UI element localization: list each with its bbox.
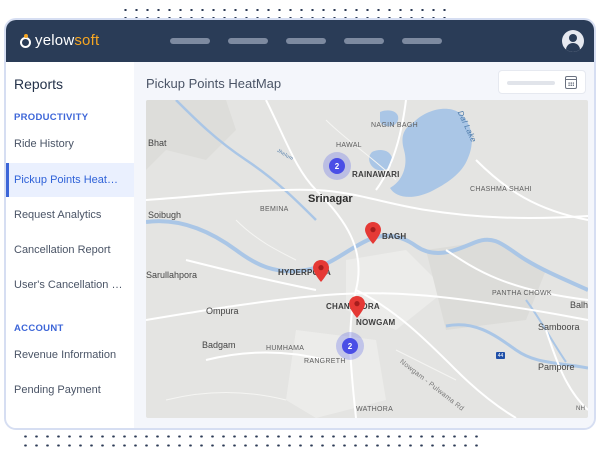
nav-item-2[interactable] xyxy=(228,38,268,44)
map-label-rangreth: RANGRETH xyxy=(304,358,346,365)
brand-name: yelowsoft xyxy=(35,32,100,49)
map-label-rainawari: RAINAWARI xyxy=(352,170,400,179)
date-range-picker[interactable] xyxy=(498,70,586,94)
sidebar-item-users-cancellation-report[interactable]: User's Cancellation Report xyxy=(6,268,134,302)
map-label-bemina: BEMINA xyxy=(260,206,289,213)
sidebar-item-revenue-information[interactable]: Revenue Information xyxy=(6,338,134,372)
cluster-count: 2 xyxy=(342,338,358,354)
map-label-pantha-chowk: PANTHA CHOWK xyxy=(492,290,552,297)
user-avatar-icon[interactable] xyxy=(562,30,584,52)
nav-item-5[interactable] xyxy=(402,38,442,44)
highway-shield-icon: 44 xyxy=(496,352,505,359)
cluster-marker-1[interactable]: 2 xyxy=(323,152,351,180)
app-window: yelowsoft Reports PRODUCTIVITY Ride Hist… xyxy=(4,18,596,430)
map-label-samboora: Samboora xyxy=(538,322,580,332)
calendar-icon[interactable] xyxy=(565,76,577,89)
map-label-wathora: WATHORA xyxy=(356,406,394,413)
date-placeholder xyxy=(507,81,555,85)
page-title: Pickup Points HeatMap xyxy=(146,76,282,91)
map-label-bhat: Bhat xyxy=(148,138,167,148)
map-label-hawal: HAWAL xyxy=(336,142,362,149)
map-label-humhama: HUMHAMA xyxy=(266,345,305,352)
brand-logo[interactable]: yelowsoft xyxy=(20,32,99,49)
sidebar-item-pending-payment[interactable]: Pending Payment xyxy=(6,373,134,407)
sidebar: Reports PRODUCTIVITY Ride History Pickup… xyxy=(6,62,134,428)
nav-placeholder-group xyxy=(170,38,442,44)
heatmap-map[interactable]: Bhat HAWAL NAGIN BAGH Dal Lake RAINAWARI… xyxy=(146,100,588,418)
sidebar-title: Reports xyxy=(14,76,64,92)
cluster-marker-2[interactable]: 2 xyxy=(336,332,364,360)
nav-item-4[interactable] xyxy=(344,38,384,44)
map-label-nh: NH xyxy=(576,406,586,412)
map-label-nowgam: NOWGAM xyxy=(356,318,396,327)
sidebar-item-ride-history[interactable]: Ride History xyxy=(6,127,134,161)
map-label-srinagar: Srinagar xyxy=(308,193,353,205)
map-label-balh: Balh xyxy=(570,300,588,310)
map-label-chashma-shahi: CHASHMA SHAHI xyxy=(470,186,532,193)
section-label-productivity: PRODUCTIVITY xyxy=(14,112,89,123)
map-pin-icon[interactable] xyxy=(365,222,381,244)
map-label-ompura: Ompura xyxy=(206,306,239,316)
map-pin-icon[interactable] xyxy=(349,296,365,318)
sidebar-item-pickup-points-heatmap[interactable]: Pickup Points HeatMap xyxy=(6,163,134,197)
main-content: Pickup Points HeatMap Bhat HAWAL NAGIN B… xyxy=(134,62,594,428)
logo-icon xyxy=(20,33,31,48)
map-base-layer xyxy=(146,100,588,418)
map-label-badgam: Badgam xyxy=(202,340,236,350)
top-navbar: yelowsoft xyxy=(6,20,594,62)
map-pin-icon[interactable] xyxy=(313,260,329,282)
map-label-bagh: BAGH xyxy=(382,232,407,241)
section-label-account: ACCOUNT xyxy=(14,323,64,334)
map-label-soibugh: Soibugh xyxy=(148,210,182,220)
map-label-nagin-bagh: NAGIN BAGH xyxy=(371,122,418,129)
nav-item-1[interactable] xyxy=(170,38,210,44)
decorative-dots-bottom xyxy=(20,432,480,450)
nav-item-3[interactable] xyxy=(286,38,326,44)
sidebar-item-request-analytics[interactable]: Request Analytics xyxy=(6,198,134,232)
map-label-sarullahpora: Sarullahpora xyxy=(146,270,198,280)
cluster-count: 2 xyxy=(329,158,345,174)
sidebar-item-cancellation-report[interactable]: Cancellation Report xyxy=(6,233,134,267)
map-label-pampore: Pampore xyxy=(538,362,575,372)
